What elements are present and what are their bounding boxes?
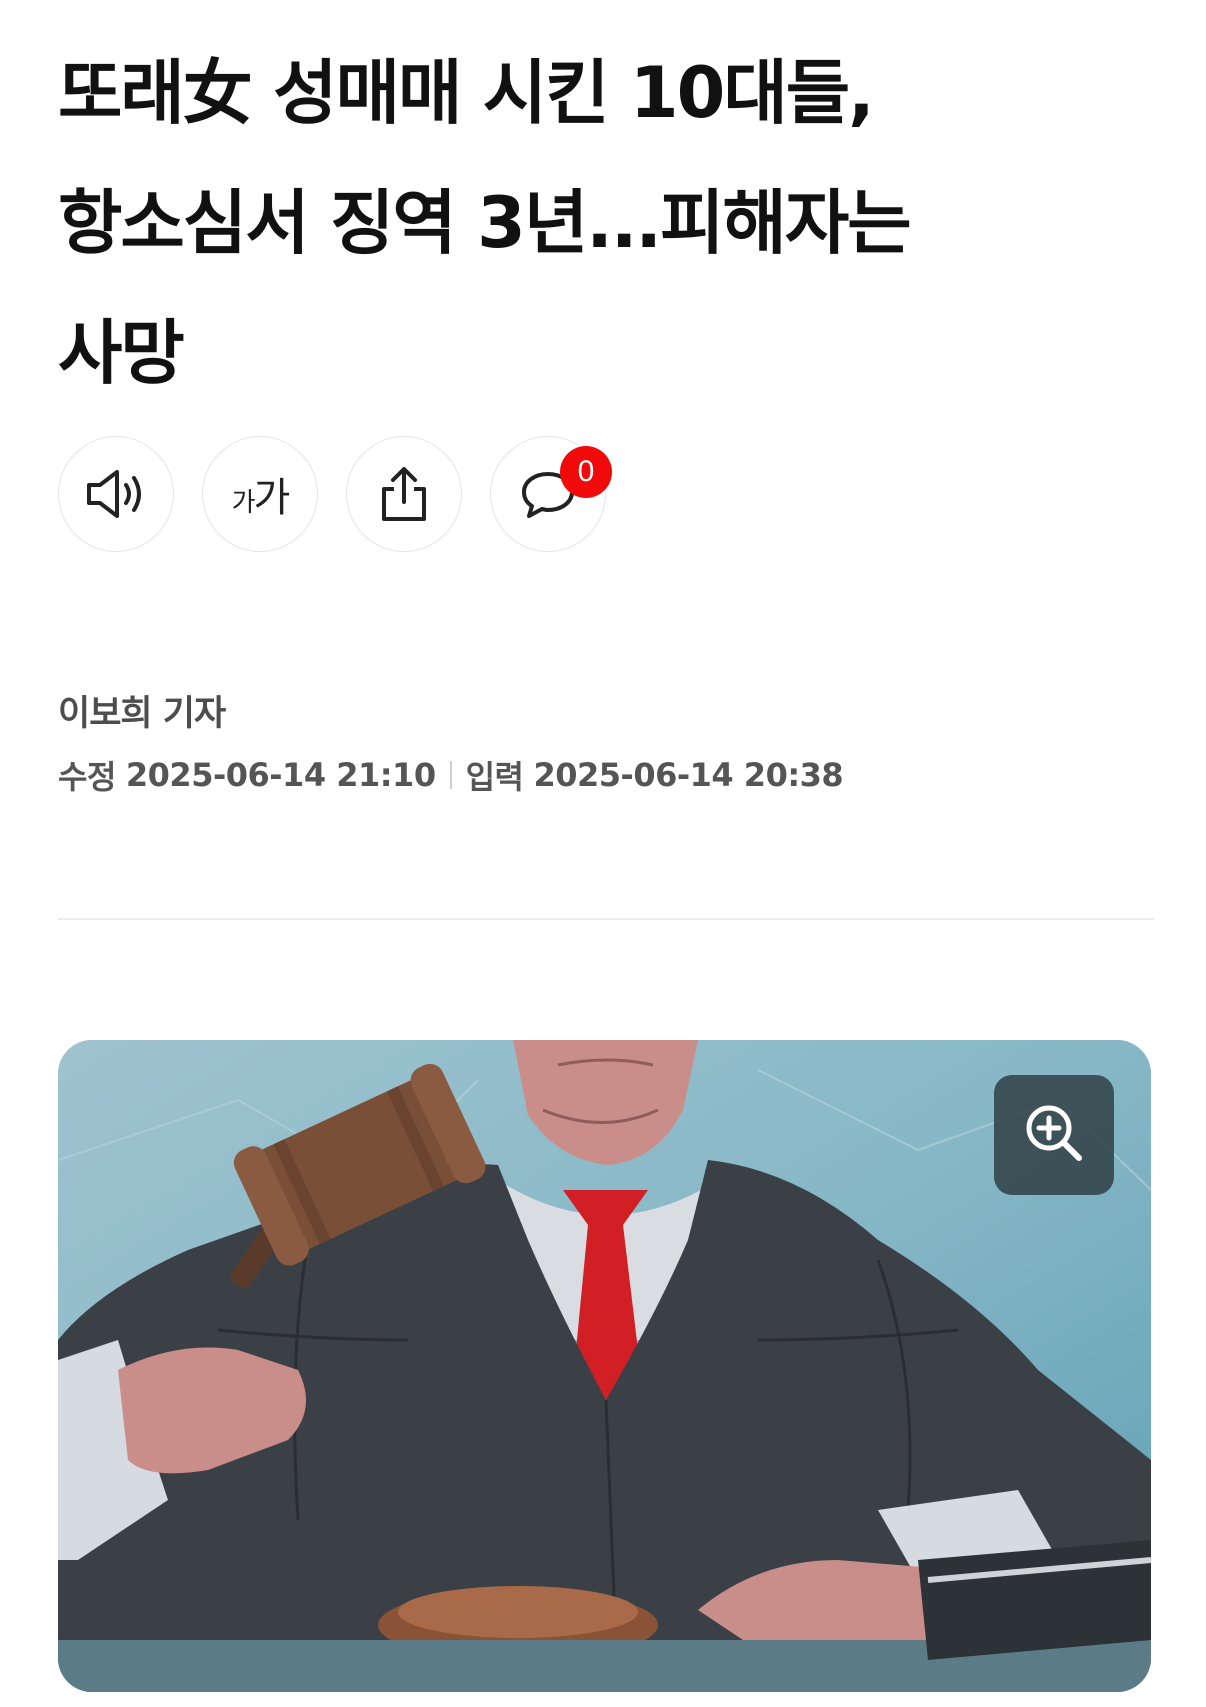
zoom-in-icon [1021,1100,1087,1170]
modified-label: 수정 [58,758,116,796]
author-byline[interactable]: 이보희 기자 [58,685,226,736]
font-size-button[interactable]: 가가 [202,436,318,552]
date-separator [449,761,452,789]
published-datetime: 2025-06-14 20:38 [533,756,844,794]
headline-line-2: 항소심서 징역 3년...피해자는 [58,182,912,264]
published-label: 입력 [465,758,524,796]
judge-gavel-illustration [58,1040,1151,1692]
comment-count-badge: 0 [560,446,612,498]
modified-datetime: 2025-06-14 21:10 [125,756,436,794]
listen-button[interactable] [58,436,174,552]
share-button[interactable] [346,436,462,552]
headline-line-1: 또래女 성매매 시킨 10대들, [58,52,875,134]
section-divider [58,918,1154,920]
article-headline: 또래女 성매매 시킨 10대들, 항소심서 징역 3년...피해자는 사망 [58,28,1168,418]
font-size-icon: 가가 [231,465,291,523]
speaker-icon [83,466,149,522]
headline-line-3: 사망 [58,312,185,394]
image-zoom-button[interactable] [994,1075,1114,1195]
font-size-small-glyph: 가 [231,488,256,518]
font-size-large-glyph: 가 [253,475,291,521]
article-dates: 수정 2025-06-14 21:10 입력 2025-06-14 20:38 [58,752,844,798]
article-hero-image[interactable] [58,1040,1151,1692]
share-icon [376,464,432,524]
